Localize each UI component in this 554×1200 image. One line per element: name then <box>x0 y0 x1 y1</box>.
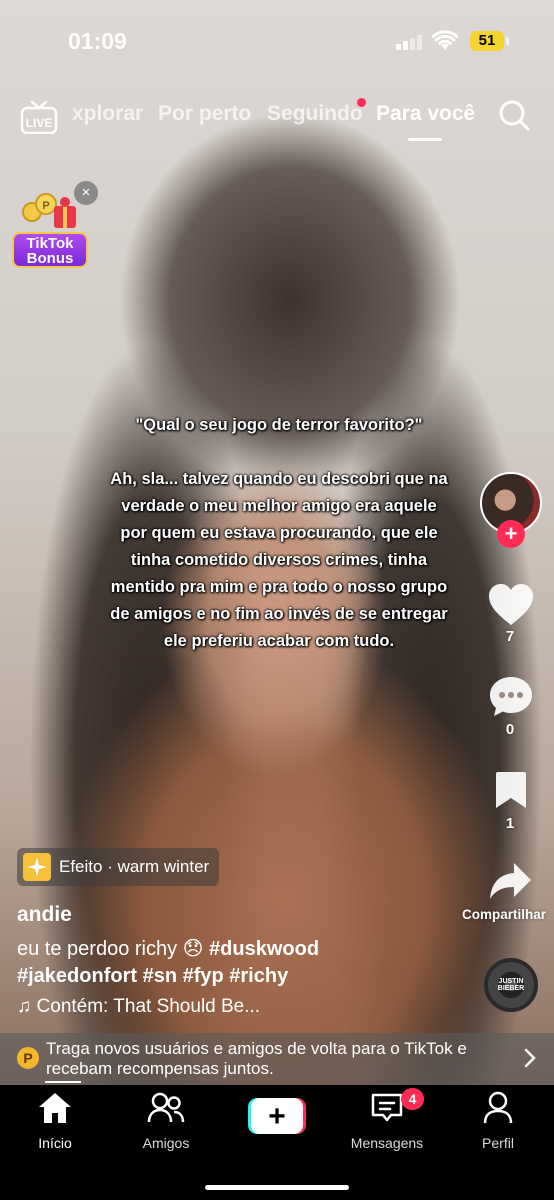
tab-para-voce[interactable]: Para você <box>376 102 475 126</box>
effect-chip[interactable]: Efeito · warm winter <box>17 848 220 886</box>
heart-icon[interactable] <box>487 583 535 627</box>
search-icon[interactable] <box>497 98 531 132</box>
home-icon <box>39 1093 71 1123</box>
share-label: Compartilhar <box>461 907 546 922</box>
top-nav: LIVE xplorar Por perto Seguindo Para voc… <box>0 90 554 150</box>
inbox-icon <box>371 1093 403 1122</box>
messages-badge: 4 <box>401 1088 424 1110</box>
caption-line: verdade o meu melhor amigo era aquele <box>121 497 437 515</box>
caption-question: "Qual o seu jogo de terror favorito?" <box>135 416 423 434</box>
caption-line: ele preferiu acabar com tudo. <box>163 632 395 650</box>
live-icon[interactable]: LIVE <box>20 98 58 134</box>
follow-button[interactable]: + <box>497 520 525 548</box>
nav-amigos[interactable]: Amigos <box>121 1091 211 1151</box>
video-progress-bar[interactable] <box>45 1081 81 1083</box>
nav-inicio[interactable]: Início <box>10 1091 100 1151</box>
gift-coins-icon: P <box>22 193 76 228</box>
music-disc[interactable]: JUSTIN BIEBER <box>484 958 538 1012</box>
battery-indicator: 51 <box>470 31 509 51</box>
caption-line: por quem eu estava procurando, que ele <box>120 524 438 542</box>
promo-banner[interactable]: P Traga novos usuários e amigos de volta… <box>0 1033 554 1085</box>
sparkle-effect-icon <box>23 853 51 881</box>
friends-icon <box>147 1092 185 1123</box>
comment-icon[interactable] <box>488 675 534 719</box>
tab-por-perto[interactable]: Por perto <box>158 102 251 126</box>
tab-seguindo[interactable]: Seguindo <box>267 102 363 126</box>
svg-text:P: P <box>42 200 49 212</box>
like-count: 7 <box>505 628 515 645</box>
comment-count: 0 <box>505 721 515 738</box>
status-bar: 01:09 51 <box>0 0 554 80</box>
bonus-close-button[interactable]: × <box>74 181 98 205</box>
signal-icon <box>396 34 422 50</box>
nav-label: Amigos <box>142 1135 190 1151</box>
creator-username[interactable]: andie <box>17 903 72 927</box>
svg-text:+: + <box>268 1100 286 1133</box>
caption-line: mentido pra mim e pra todo o nosso grupo <box>110 578 448 596</box>
share-icon[interactable] <box>488 861 532 901</box>
effect-label: Efeito · warm winter <box>59 857 210 876</box>
svg-text:LIVE: LIVE <box>26 116 53 130</box>
chevron-right-icon <box>524 1048 536 1068</box>
bookmark-icon[interactable] <box>494 770 528 810</box>
create-post-button[interactable]: + <box>248 1098 306 1134</box>
promo-text: Traga novos usuários e amigos de volta p… <box>46 1039 467 1078</box>
coin-icon: P <box>17 1047 39 1069</box>
seguindo-notification-dot <box>357 98 366 107</box>
nav-label: Início <box>38 1135 72 1151</box>
active-tab-indicator <box>408 138 442 141</box>
save-count: 1 <box>505 815 515 832</box>
nav-label: Mensagens <box>350 1135 424 1151</box>
nav-perfil[interactable]: Perfil <box>453 1091 543 1151</box>
caption-line: de amigos e no fim ao invés de se entreg… <box>110 605 448 623</box>
hashtags[interactable]: #jakedonfort #sn #fyp #richy <box>17 965 288 987</box>
caption-line: Ah, sla... talvez quando eu descobri que… <box>110 470 448 488</box>
home-indicator[interactable] <box>205 1185 349 1190</box>
status-time: 01:09 <box>68 28 127 54</box>
bonus-label: TikTok Bonus <box>12 232 88 268</box>
video-text-overlay: "Qual o seu jogo de terror favorito?" Ah… <box>96 412 462 655</box>
music-label[interactable]: ♫ Contém: That Should Be... <box>17 996 260 1018</box>
tab-explorar[interactable]: xplorar <box>72 102 143 126</box>
post-description: eu te perdoo richy 😞 #duskwood #jakedonf… <box>17 936 457 990</box>
caption-line: tinha cometido diversos crimes, tinha <box>130 551 428 569</box>
profile-icon <box>483 1091 513 1124</box>
nav-label: Perfil <box>482 1135 514 1151</box>
wifi-icon <box>432 30 458 50</box>
bottom-nav: Início Amigos + Mensagens Perfil <box>0 1085 554 1200</box>
disc-album-text: JUSTIN BIEBER <box>497 978 525 992</box>
hashtag[interactable]: #duskwood <box>209 938 319 960</box>
description-text: eu te perdoo richy 😞 <box>17 938 210 960</box>
